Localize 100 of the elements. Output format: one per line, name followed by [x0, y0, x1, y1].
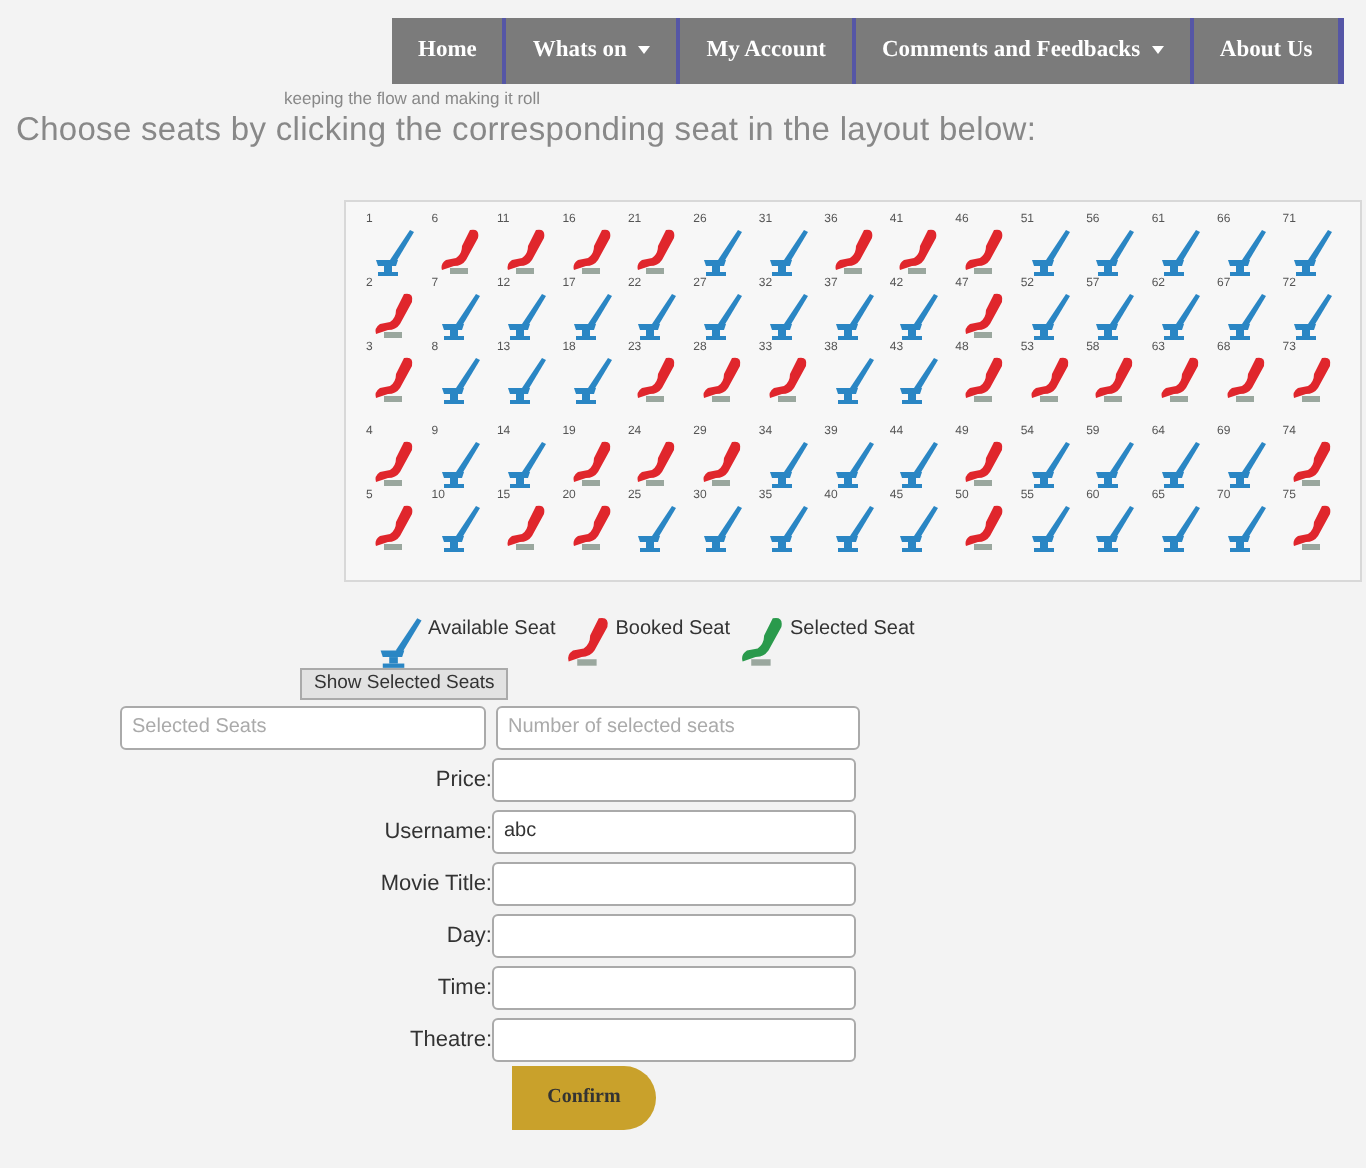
seat-icon[interactable] — [961, 438, 1006, 490]
input-field[interactable] — [492, 1017, 856, 1061]
legend-label: Booked Seat — [615, 616, 731, 640]
seat-icon[interactable] — [896, 502, 941, 554]
seat-icon[interactable] — [503, 502, 548, 554]
input-field[interactable]: Selected Seats — [120, 705, 486, 749]
seat-icon[interactable] — [765, 502, 810, 554]
input-field[interactable]: Number of selected seats — [496, 705, 860, 749]
seat-icon[interactable] — [569, 502, 614, 554]
seat-icon[interactable] — [1092, 438, 1137, 490]
field-label: Username: — [384, 819, 492, 843]
seat-icon[interactable] — [372, 502, 417, 554]
seat-icon[interactable] — [831, 226, 875, 278]
seat-icon[interactable] — [896, 438, 941, 490]
seat-icon[interactable] — [569, 290, 614, 342]
seat-icon[interactable] — [896, 226, 941, 278]
input-field[interactable]: abc — [492, 809, 856, 853]
seat-icon[interactable] — [1158, 226, 1203, 278]
input-field[interactable] — [492, 861, 856, 905]
seat-icon[interactable] — [831, 354, 875, 406]
seat-icon[interactable] — [961, 226, 1006, 278]
seat-icon[interactable] — [503, 354, 548, 406]
seat-icon[interactable] — [569, 354, 614, 406]
seat-icon[interactable] — [1158, 354, 1203, 406]
seat-icon[interactable] — [372, 226, 417, 278]
seat-icon[interactable] — [700, 226, 745, 278]
seat-icon[interactable] — [634, 354, 679, 406]
seat-icon[interactable] — [700, 290, 745, 342]
seat-icon[interactable] — [765, 290, 810, 342]
seat-icon[interactable] — [896, 290, 941, 342]
input-field[interactable] — [492, 757, 856, 801]
seat-icon[interactable] — [831, 438, 875, 490]
caret-icon — [638, 46, 651, 55]
seat-icon[interactable] — [1158, 502, 1203, 554]
seat-icon[interactable] — [438, 290, 483, 342]
legend-label: Available Seat — [428, 616, 556, 640]
seat-icon[interactable] — [1027, 290, 1072, 342]
nav-link[interactable]: Whats on — [502, 18, 677, 84]
seat-icon[interactable] — [700, 438, 745, 490]
nav-link[interactable]: About Us — [1189, 18, 1339, 84]
seat-icon[interactable] — [765, 438, 810, 490]
seat-icon[interactable] — [831, 502, 875, 554]
seat-icon[interactable] — [503, 290, 548, 342]
seat-icon[interactable] — [1289, 502, 1334, 554]
field-label: Time: — [437, 975, 492, 999]
seat-icon[interactable] — [831, 290, 875, 342]
seat-icon[interactable] — [634, 290, 679, 342]
seat-icon[interactable] — [1092, 226, 1137, 278]
page-heading: Choose seats by clicking the corresponding seat in the layout below: — [14, 112, 1039, 150]
nav-link[interactable]: Comments and Feedbacks — [851, 18, 1190, 84]
show-selected-button[interactable]: Show Selected Seats — [300, 667, 509, 699]
seat-icon[interactable] — [372, 438, 417, 490]
seat-icon[interactable] — [1289, 438, 1334, 490]
legend-label: Selected Seat — [790, 616, 915, 640]
seat-icon[interactable] — [1158, 290, 1203, 342]
seat-icon[interactable] — [1092, 354, 1137, 406]
seat-icon[interactable] — [700, 502, 745, 554]
seat-icon[interactable] — [961, 354, 1006, 406]
seat-icon[interactable] — [438, 226, 483, 278]
seat-icon[interactable] — [1027, 438, 1072, 490]
seat-icon[interactable] — [1027, 226, 1072, 278]
seat-icon — [563, 614, 612, 670]
seat-icon[interactable] — [1027, 502, 1072, 554]
seat-icon[interactable] — [438, 502, 483, 554]
seat-icon[interactable] — [1223, 438, 1268, 490]
seat-icon[interactable] — [634, 502, 679, 554]
caret-icon — [1151, 46, 1164, 55]
seat-icon[interactable] — [1092, 502, 1137, 554]
seat-icon[interactable] — [1027, 354, 1072, 406]
seat-icon[interactable] — [372, 354, 417, 406]
nav-link[interactable]: My Account — [676, 18, 852, 84]
seat-icon[interactable] — [569, 226, 614, 278]
seat-icon[interactable] — [372, 290, 417, 342]
seat-icon[interactable] — [1223, 290, 1268, 342]
seat-icon[interactable] — [765, 354, 810, 406]
seat-icon[interactable] — [961, 290, 1006, 342]
seat-icon[interactable] — [438, 354, 483, 406]
seat-icon[interactable] — [569, 438, 614, 490]
seat-icon[interactable] — [503, 438, 548, 490]
seat-icon[interactable] — [1289, 354, 1334, 406]
seat-icon[interactable] — [438, 438, 483, 490]
seat-icon[interactable] — [1289, 290, 1334, 342]
seat-icon[interactable] — [765, 226, 810, 278]
seat-icon[interactable] — [634, 438, 679, 490]
seat-icon[interactable] — [1158, 438, 1203, 490]
seat-icon[interactable] — [961, 502, 1006, 554]
confirm-button[interactable]: Confirm — [512, 1065, 656, 1129]
seat-icon[interactable] — [1223, 354, 1268, 406]
seat-icon[interactable] — [1092, 290, 1137, 342]
seat-icon[interactable] — [503, 226, 548, 278]
seat-icon[interactable] — [896, 354, 941, 406]
seat-icon[interactable] — [1289, 226, 1334, 278]
nav-link[interactable]: Home — [392, 18, 503, 84]
field-label: Theatre: — [410, 1027, 492, 1051]
seat-icon[interactable] — [700, 354, 745, 406]
input-field[interactable] — [492, 913, 856, 957]
seat-icon[interactable] — [634, 226, 679, 278]
input-field[interactable] — [492, 965, 856, 1009]
seat-icon[interactable] — [1223, 226, 1268, 278]
seat-icon[interactable] — [1223, 502, 1268, 554]
